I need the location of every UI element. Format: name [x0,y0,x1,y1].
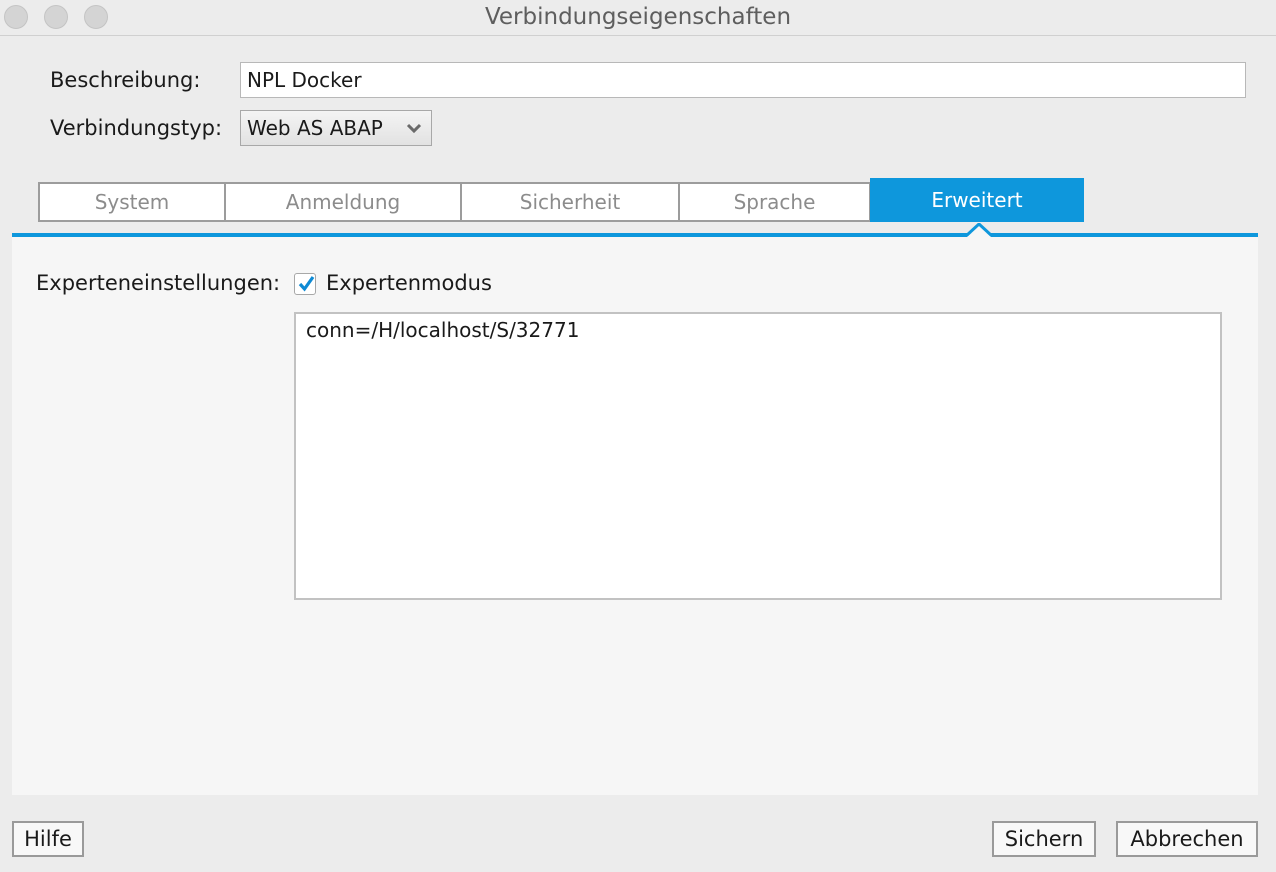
dialog-content: Beschreibung: Verbindungstyp: Web AS ABA… [0,37,1276,872]
checkmark-icon [298,276,315,292]
description-label: Beschreibung: [50,68,201,92]
tab-sprache[interactable]: Sprache [679,182,870,222]
expert-mode-label[interactable]: Expertenmodus [326,271,492,295]
tab-system[interactable]: System [38,182,225,222]
help-button[interactable]: Hilfe [12,821,84,857]
connection-type-value: Web AS ABAP [247,116,383,140]
save-button[interactable]: Sichern [992,821,1096,857]
tab-panel-erweitert: Experteneinstellungen: Expertenmodus con… [12,237,1258,795]
connection-type-select[interactable]: Web AS ABAP [240,110,432,146]
expert-settings-label: Experteneinstellungen: [36,271,281,295]
tab-erweitert[interactable]: Erweitert [870,178,1084,222]
window-title: Verbindungseigenschaften [484,4,792,30]
cancel-button[interactable]: Abbrechen [1116,821,1258,857]
expert-mode-checkbox[interactable] [294,273,316,295]
tab-notch-indicator [967,223,991,237]
chevron-down-icon [403,117,425,139]
tab-sicherheit[interactable]: Sicherheit [461,182,679,222]
tab-bar: System Anmeldung Sicherheit Sprache Erwe… [38,178,1084,222]
tab-anmeldung[interactable]: Anmeldung [225,182,461,222]
expert-settings-textarea[interactable]: conn=/H/localhost/S/32771 [294,312,1222,600]
title-bar: Verbindungseigenschaften [0,0,1276,36]
connection-type-label: Verbindungstyp: [50,116,223,140]
description-input[interactable] [240,62,1246,98]
